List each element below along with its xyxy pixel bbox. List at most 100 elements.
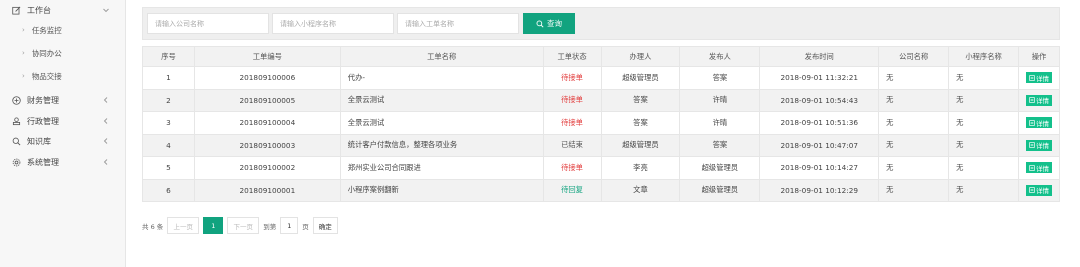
- search-button-label: 查询: [547, 19, 562, 28]
- chevron-left-icon: [102, 158, 110, 166]
- company-name: 无: [886, 95, 894, 105]
- detail-button-label: 详情: [1036, 164, 1050, 173]
- detail-button[interactable]: 详情: [1026, 139, 1053, 151]
- company-name-cell: 无: [879, 89, 950, 112]
- handler-name-cell: 答案: [601, 112, 681, 135]
- publisher-name: 许晴: [712, 117, 728, 127]
- detail-button-label: 详情: [1036, 97, 1050, 106]
- detail-button-label: 详情: [1036, 74, 1050, 83]
- publish-time-cell: 2018-09-01 10:51:36: [760, 112, 880, 135]
- sidebar-subitem-task-monitor[interactable]: › 任务监控: [0, 20, 126, 40]
- order-name-cell: 小程序案例翻新: [340, 179, 544, 202]
- order-name-input[interactable]: [397, 13, 519, 34]
- detail-button[interactable]: 详情: [1026, 162, 1053, 174]
- order-name: 全景云测试: [347, 95, 385, 105]
- order-status: 待接单: [561, 95, 583, 105]
- sidebar: 工作台 › 任务监控 › 协同办公 › 物品交接 财务管理 行政管理 知识库 系…: [0, 0, 126, 267]
- search-button[interactable]: 查询: [523, 13, 575, 34]
- sidebar-item-finance[interactable]: 财务管理: [0, 90, 126, 110]
- handler-name-cell: 超级管理员: [601, 134, 681, 157]
- company-name-input[interactable]: [147, 13, 269, 34]
- publish-time: 2018-09-01 10:47:07: [780, 140, 858, 150]
- sidebar-subitem-label: 任务监控: [31, 25, 62, 35]
- order-status: 待接单: [561, 72, 583, 82]
- next-page-button[interactable]: 下一页: [227, 217, 260, 234]
- prev-page-button[interactable]: 上一页: [167, 217, 200, 234]
- sidebar-item-label: 系统管理: [27, 157, 59, 167]
- goto-confirm-button[interactable]: 确定: [312, 217, 338, 234]
- detail-button[interactable]: 详情: [1026, 184, 1053, 196]
- search-icon: [536, 20, 544, 28]
- company-name-cell: 无: [879, 112, 950, 135]
- company-name-cell: 无: [879, 179, 950, 202]
- order-name: 全景云测试: [347, 117, 385, 127]
- handler-name-cell: 超级管理员: [601, 67, 681, 90]
- column-header: 工单名称: [340, 47, 544, 67]
- detail-button[interactable]: 详情: [1026, 72, 1053, 84]
- handler-name: 超级管理员: [622, 72, 659, 82]
- miniapp-name-cell: 无: [949, 89, 1020, 112]
- order-name: 小程序案例翻新: [347, 185, 399, 195]
- chevron-down-icon: [102, 6, 110, 14]
- miniapp-name: 无: [956, 72, 964, 82]
- order-code-cell: 201809100006: [194, 67, 341, 90]
- search-icon: [12, 137, 21, 146]
- detail-icon: [1029, 120, 1035, 126]
- detail-button[interactable]: 详情: [1026, 117, 1053, 129]
- order-code: 201809100002: [239, 163, 296, 173]
- row-index-cell: 4: [143, 134, 195, 157]
- miniapp-name: 无: [956, 117, 964, 127]
- miniapp-name-input[interactable]: [272, 13, 394, 34]
- detail-button-label: 详情: [1036, 119, 1050, 128]
- table-row: 2 201809100005 全景云测试 待接单 答案 许晴 2018-09-01 10:5…: [143, 89, 1060, 112]
- publish-time: 2018-09-01 10:12:29: [780, 185, 858, 195]
- plus-circle-icon: [12, 95, 21, 105]
- sidebar-item-admin[interactable]: 行政管理: [0, 111, 126, 131]
- gear-icon: [12, 158, 21, 167]
- order-name-cell: 全景云测试: [340, 89, 544, 112]
- sidebar-subitem-collaboration[interactable]: › 协同办公: [0, 43, 126, 63]
- publish-time: 2018-09-01 10:51:36: [780, 118, 858, 128]
- sidebar-item-system[interactable]: 系统管理: [0, 152, 126, 172]
- page-number-input[interactable]: [280, 217, 299, 234]
- handler-name: 答案: [633, 95, 648, 105]
- sidebar-item-label: 行政管理: [27, 116, 59, 126]
- order-code-cell: 201809100003: [194, 134, 341, 157]
- column-header: 办理人: [601, 47, 681, 67]
- chevron-left-icon: [102, 96, 110, 104]
- page-1-button[interactable]: 1: [203, 217, 224, 234]
- publisher-name: 超级管理员: [701, 185, 739, 195]
- publish-time: 2018-09-01 10:54:43: [780, 95, 858, 105]
- column-header: 操作: [1019, 47, 1060, 67]
- publisher-name-cell: 超级管理员: [680, 179, 761, 202]
- publisher-name-cell: 答案: [680, 67, 761, 90]
- order-status-cell: 待接单: [543, 89, 602, 112]
- sidebar-subitem-handover[interactable]: › 物品交接: [0, 66, 126, 86]
- detail-button[interactable]: 详情: [1026, 94, 1053, 106]
- row-index: 2: [166, 95, 171, 105]
- publish-time-cell: 2018-09-01 10:12:29: [760, 179, 880, 202]
- work-order-table: 序号 工单编号 工单名称 工单状态 办理人 发布人 发布时间 公司名称 小程序名…: [142, 46, 1060, 202]
- column-header: 发布时间: [760, 47, 880, 67]
- sidebar-item-knowledge[interactable]: 知识库: [0, 131, 126, 151]
- total-count: 共 6 条: [142, 222, 164, 231]
- handler-name-cell: 文章: [601, 179, 681, 202]
- order-name-cell: 统计客户付款信息，整理各项业务: [340, 134, 544, 157]
- pagination: 共 6 条 上一页 1 下一页 到第 页 确定: [142, 217, 338, 234]
- handler-name-cell: 李亮: [601, 157, 681, 180]
- detail-icon: [1029, 165, 1035, 171]
- row-index: 3: [166, 118, 171, 128]
- column-header: 序号: [143, 47, 195, 67]
- order-name-cell: 代办-: [340, 67, 544, 90]
- table-row: 5 201809100002 郑州实业公司合同跟进 待接单 李亮 超级管理员 2018-09…: [143, 157, 1060, 180]
- goto-label: 到第: [263, 222, 277, 231]
- chevron-right-icon: ›: [22, 49, 25, 57]
- sidebar-item-label: 知识库: [27, 136, 51, 146]
- action-cell: 详情: [1019, 112, 1060, 135]
- edit-icon: [12, 6, 21, 15]
- table-row: 3 201809100004 全景云测试 待接单 答案 许晴 2018-09-01 10:5…: [143, 112, 1060, 135]
- publisher-name-cell: 超级管理员: [680, 157, 761, 180]
- column-header: 发布人: [680, 47, 761, 67]
- sidebar-item-workbench[interactable]: 工作台: [0, 0, 126, 20]
- company-name: 无: [886, 185, 894, 195]
